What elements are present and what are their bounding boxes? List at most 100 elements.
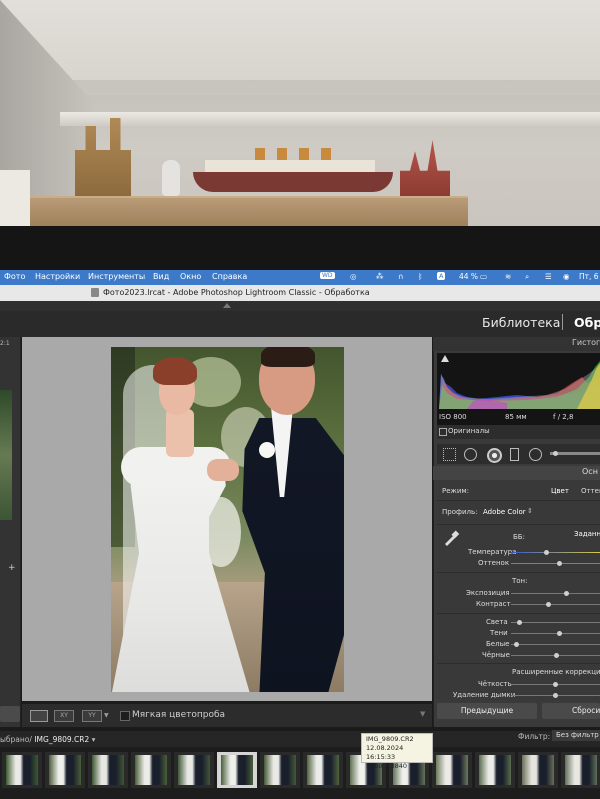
filmstrip-thumb[interactable] xyxy=(88,752,128,788)
wd-icon[interactable]: WD xyxy=(320,272,335,279)
contrast-knob[interactable] xyxy=(546,602,551,607)
exposure-slider[interactable] xyxy=(511,593,600,594)
clarity-knob[interactable] xyxy=(553,682,558,687)
filmstrip-source[interactable]: ыбрано/ IMG_9809.CR2 ▾ xyxy=(0,735,95,744)
bride-hair xyxy=(153,357,197,385)
basic-panel-header[interactable] xyxy=(433,466,600,480)
radial-filter-icon[interactable] xyxy=(529,448,542,461)
bluetooth-icon[interactable]: ᛒ xyxy=(418,272,423,281)
menu-photo[interactable]: Фото xyxy=(4,272,25,281)
wooden-shelf xyxy=(30,196,468,228)
filmstrip-thumb[interactable] xyxy=(475,752,515,788)
highlights-slider[interactable] xyxy=(511,622,600,623)
cornice xyxy=(60,112,600,126)
filmstrip-thumb[interactable] xyxy=(260,752,300,788)
reset-button[interactable]: Сбросит xyxy=(542,703,600,719)
crop-icon[interactable] xyxy=(443,448,456,461)
tone-section-label: Тон: xyxy=(512,577,528,585)
cloud-sync-icon[interactable]: ◎ xyxy=(350,272,357,281)
loupe-view-button[interactable] xyxy=(30,710,48,722)
thumbnail-image xyxy=(135,755,167,785)
dehaze-knob[interactable] xyxy=(553,693,558,698)
profile-chevron-icon[interactable]: ⇕ xyxy=(527,507,533,515)
siri-icon[interactable]: ◉ xyxy=(563,272,570,281)
navigator-preview[interactable] xyxy=(0,390,12,520)
wb-label: ББ: xyxy=(513,533,525,541)
menu-view[interactable]: Вид xyxy=(153,272,169,281)
boutonniere xyxy=(259,442,275,458)
module-library[interactable]: Библиотека xyxy=(482,315,560,330)
wifi-icon[interactable]: ≋ xyxy=(505,272,511,281)
before-after-button[interactable]: XY xyxy=(54,710,74,722)
chevron-down-icon[interactable]: ▾ xyxy=(92,735,96,744)
add-preset-icon[interactable]: + xyxy=(8,563,16,573)
tint-slider[interactable] xyxy=(511,563,600,564)
previous-button[interactable]: Предыдущие xyxy=(437,703,537,719)
module-develop[interactable]: Обр xyxy=(574,315,600,330)
menu-help[interactable]: Справка xyxy=(212,272,247,281)
treatment-color[interactable]: Цвет xyxy=(551,487,569,495)
wedding-photo[interactable] xyxy=(111,347,344,692)
temperature-knob[interactable] xyxy=(544,550,549,555)
thumbnail-tooltip: IMG_9809.CR2 12.08.2024 16:15:33 5760 x … xyxy=(361,733,433,770)
exposure-knob[interactable] xyxy=(564,591,569,596)
profile-select[interactable]: Adobe Color xyxy=(483,508,526,516)
thumbnail-image xyxy=(6,755,38,785)
wb-select[interactable]: Заданн xyxy=(574,530,600,538)
divider xyxy=(437,500,600,501)
filmstrip-thumb[interactable] xyxy=(2,752,42,788)
filmstrip-thumb[interactable] xyxy=(45,752,85,788)
whites-slider[interactable] xyxy=(511,644,600,645)
histogram[interactable] xyxy=(437,353,600,409)
clarity-label: Чёткость xyxy=(478,680,512,688)
collapse-top-panel-icon[interactable] xyxy=(223,303,231,308)
soft-proof-checkbox[interactable] xyxy=(120,711,130,721)
input-source-icon[interactable]: A xyxy=(437,272,446,280)
tint-knob[interactable] xyxy=(557,561,562,566)
originals-checkbox[interactable] xyxy=(439,428,447,436)
tint-label: Оттенок xyxy=(478,559,510,567)
contrast-slider[interactable] xyxy=(511,604,600,605)
treatment-bw[interactable]: Оттен xyxy=(581,487,600,495)
blacks-knob[interactable] xyxy=(554,653,559,658)
temperature-slider[interactable] xyxy=(511,552,600,553)
filmstrip-thumb[interactable] xyxy=(174,752,214,788)
toolbar-menu-icon[interactable]: ▼ xyxy=(420,710,425,718)
macos-menubar: Фото Настройки Инструменты Вид Окно Спра… xyxy=(0,270,600,285)
navigator-zoom[interactable]: 2:1 xyxy=(0,340,10,347)
copy-button[interactable] xyxy=(0,706,20,722)
menu-window[interactable]: Окно xyxy=(180,272,201,281)
menu-settings[interactable]: Настройки xyxy=(35,272,80,281)
shadows-slider[interactable] xyxy=(511,633,600,634)
whites-knob[interactable] xyxy=(514,642,519,647)
filmstrip-thumb[interactable] xyxy=(518,752,558,788)
filmstrip-thumb[interactable] xyxy=(303,752,343,788)
door-frame xyxy=(0,170,30,232)
filter-select[interactable]: Без фильтр xyxy=(552,730,600,741)
filmstrip-thumb[interactable] xyxy=(432,752,472,788)
clock[interactable]: Пт, 6 xyxy=(579,272,599,281)
module-separator xyxy=(562,314,563,330)
thumbnail-image xyxy=(307,755,339,785)
thumbnail-image xyxy=(436,755,468,785)
menu-tools[interactable]: Инструменты xyxy=(88,272,145,281)
shadows-knob[interactable] xyxy=(557,631,562,636)
thumbnail-image xyxy=(49,755,81,785)
red-eye-icon[interactable] xyxy=(487,448,502,463)
before-after-toggle-button[interactable]: YY xyxy=(82,710,102,722)
graduated-filter-icon[interactable] xyxy=(510,448,519,461)
eyedropper-icon[interactable] xyxy=(442,530,460,546)
chevron-down-icon[interactable]: ▼ xyxy=(104,712,109,719)
headphones-icon[interactable]: ∩ xyxy=(398,272,404,281)
filmstrip-thumb[interactable] xyxy=(131,752,171,788)
filmstrip-thumb-selected[interactable] xyxy=(217,752,257,788)
control-center-icon[interactable]: ☰ xyxy=(545,272,552,281)
window-titlebar: Фото2023.lrcat - Adobe Photoshop Lightro… xyxy=(0,285,600,301)
battery-icon[interactable]: ▭ xyxy=(480,272,487,281)
airplay-icon[interactable]: ⁂ xyxy=(376,272,384,281)
search-icon[interactable]: ⌕ xyxy=(525,272,529,282)
spot-removal-icon[interactable] xyxy=(464,448,477,461)
highlights-knob[interactable] xyxy=(517,620,522,625)
brush-slider-knob[interactable] xyxy=(553,451,558,456)
filmstrip-thumb[interactable] xyxy=(561,752,600,788)
